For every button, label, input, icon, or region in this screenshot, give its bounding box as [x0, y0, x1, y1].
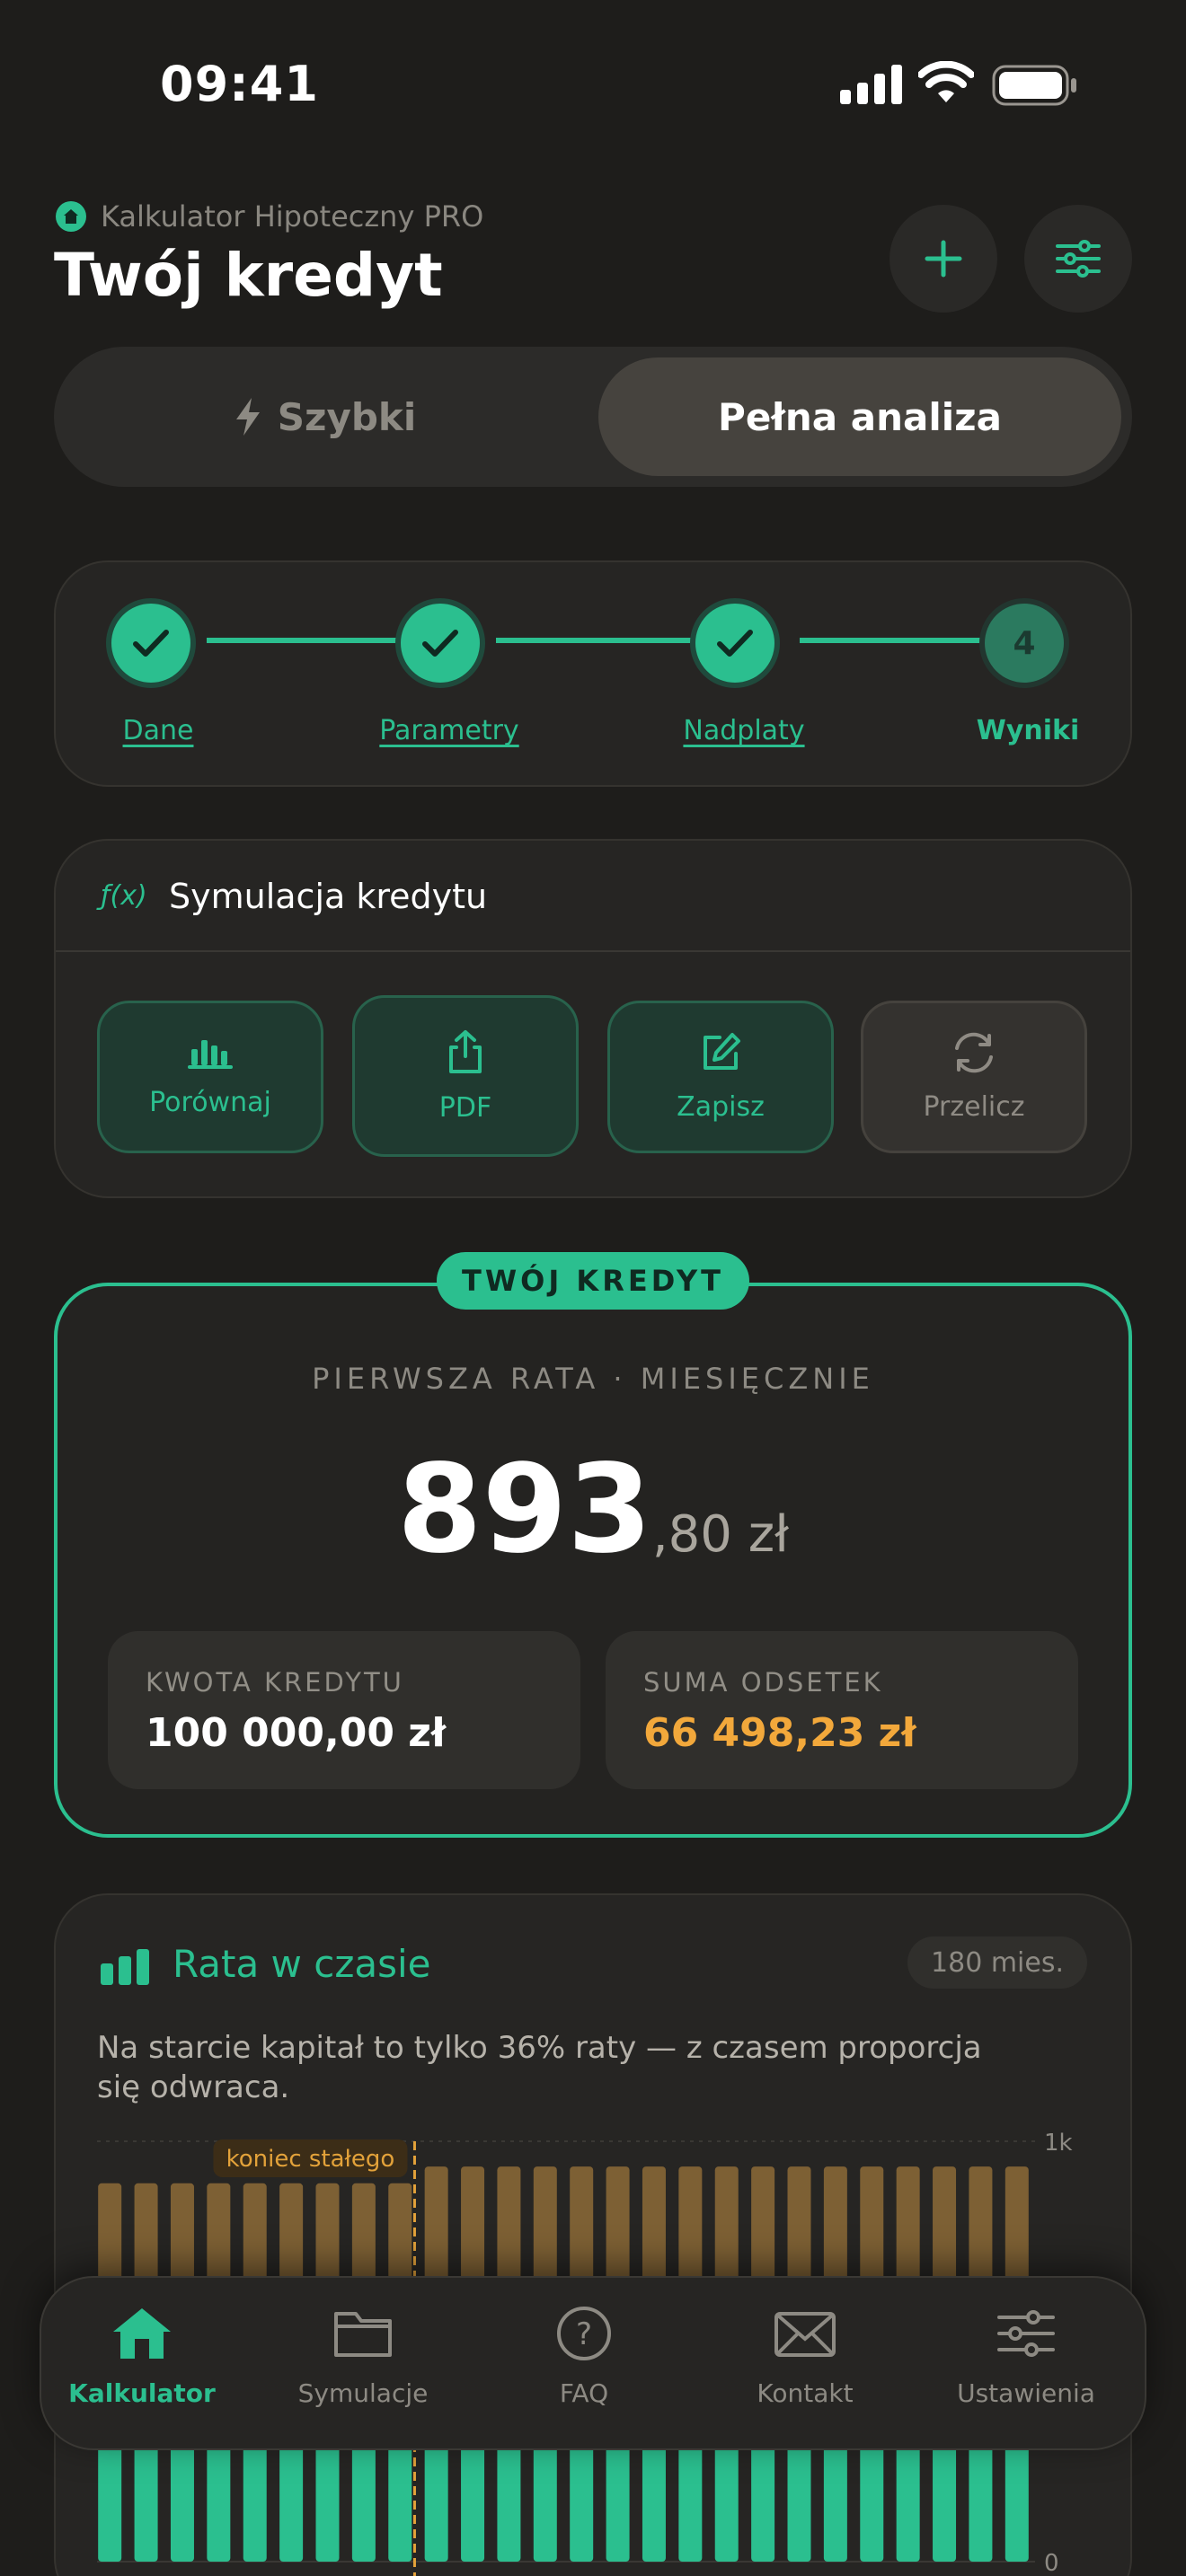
help-icon: ?	[557, 2307, 611, 2360]
page-title: Twój kredyt	[54, 241, 443, 310]
save-button[interactable]: Zapisz	[607, 1001, 834, 1153]
y-axis-top-label: 1k	[1044, 2130, 1073, 2157]
refresh-icon	[955, 1032, 993, 1072]
lightning-icon	[235, 398, 260, 436]
mode-quick[interactable]: Szybki	[65, 357, 586, 476]
tab-symulacje-label: Symulacje	[297, 2378, 429, 2408]
tab-ustawienia[interactable]: Ustawienia	[927, 2305, 1125, 2408]
check-icon	[717, 630, 753, 657]
tab-ustawienia-label: Ustawienia	[957, 2378, 1095, 2408]
step-label-nadplaty[interactable]: Nadplaty	[683, 715, 804, 746]
simulation-title: Symulacja kredytu	[169, 877, 488, 916]
interest-sum-value: 66 498,23 zł	[643, 1710, 916, 1756]
loan-amount-value: 100 000,00 zł	[146, 1710, 447, 1756]
signal-icon	[840, 65, 902, 104]
save-label: Zapisz	[677, 1090, 765, 1123]
mode-quick-label: Szybki	[277, 394, 417, 439]
mode-full[interactable]: Pełna analiza	[598, 357, 1121, 476]
folder-icon	[334, 2312, 392, 2357]
tab-kalkulator-label: Kalkulator	[68, 2378, 216, 2408]
mode-full-label: Pełna analiza	[718, 394, 1002, 439]
status-time: 09:41	[160, 56, 319, 112]
compare-button[interactable]: Porównaj	[97, 1001, 323, 1153]
first-rate-value: 893,80 zł	[58, 1439, 1128, 1581]
battery-icon	[992, 65, 1076, 106]
sliders-icon	[1056, 240, 1101, 278]
check-icon	[133, 630, 169, 657]
rate-chart: koniec stałego 1k 0	[97, 2130, 1073, 2576]
check-icon	[422, 630, 458, 657]
step-4-circle[interactable]: 4	[979, 598, 1069, 688]
tab-kontakt-label: Kontakt	[757, 2378, 854, 2408]
y-axis-bottom-label: 0	[1044, 2550, 1059, 2576]
recalculate-label: Przelicz	[923, 1090, 1025, 1123]
status-bar: 09:41	[0, 0, 1186, 171]
tab-kalkulator[interactable]: Kalkulator	[43, 2305, 241, 2408]
add-button[interactable]	[890, 205, 997, 313]
bar-chart-icon	[188, 1039, 233, 1069]
fixed-rate-end-label: koniec stałego	[226, 2146, 395, 2173]
share-icon	[449, 1029, 482, 1073]
settings-button[interactable]	[1024, 205, 1132, 313]
mail-icon	[774, 2312, 836, 2357]
step-3-circle[interactable]	[690, 598, 780, 688]
rate-chart-card: Rata w czasie 180 mies. Na starcie kapit…	[54, 1893, 1132, 2576]
step-1-circle[interactable]	[106, 598, 196, 688]
tab-bar: Kalkulator Symulacje ? FAQ Kontakt Ustaw…	[40, 2276, 1146, 2450]
step-2-circle[interactable]	[395, 598, 485, 688]
app-label: Kalkulator Hipoteczny PRO	[56, 199, 483, 234]
function-icon: ƒ(x)	[101, 880, 147, 912]
loan-amount-label: KWOTA KREDYTU	[146, 1667, 404, 1698]
simulation-header: ƒ(x) Symulacja kredytu	[56, 841, 1130, 952]
step-label-parametry[interactable]: Parametry	[379, 715, 518, 746]
rate-integer: 893	[396, 1439, 652, 1581]
tab-symulacje[interactable]: Symulacje	[264, 2305, 462, 2408]
loan-amount-box: KWOTA KREDYTU 100 000,00 zł	[108, 1631, 580, 1789]
wifi-icon	[918, 61, 974, 102]
interest-sum-box: SUMA ODSETEK 66 498,23 zł	[606, 1631, 1078, 1789]
pdf-label: PDF	[438, 1091, 492, 1124]
interest-sum-label: SUMA ODSETEK	[643, 1667, 883, 1698]
step-label-dane[interactable]: Dane	[123, 715, 194, 746]
credit-badge: TWÓJ KREDYT	[437, 1252, 749, 1310]
tab-faq-label: FAQ	[559, 2378, 609, 2408]
recalculate-button[interactable]: Przelicz	[861, 1001, 1087, 1153]
app-name: Kalkulator Hipoteczny PRO	[101, 199, 484, 234]
home-icon	[56, 201, 86, 232]
pdf-button[interactable]: PDF	[352, 995, 579, 1157]
home-icon	[113, 2308, 171, 2359]
edit-icon	[704, 1032, 740, 1070]
step-4-number: 4	[1013, 624, 1036, 662]
simulation-card: ƒ(x) Symulacja kredytu Porównaj PDF Zapi…	[54, 839, 1132, 1198]
tab-kontakt[interactable]: Kontakt	[706, 2305, 904, 2408]
progress-stepper: 4 Dane Parametry Nadplaty Wyniki	[54, 560, 1132, 787]
tab-faq[interactable]: ? FAQ	[485, 2305, 683, 2408]
plus-icon	[925, 240, 962, 278]
compare-label: Porównaj	[149, 1086, 271, 1118]
rate-decimal: ,80 zł	[651, 1505, 790, 1564]
svg-text:?: ?	[576, 2316, 592, 2352]
credit-summary-card: PIERWSZA RATA · MIESIĘCZNIE 893,80 zł KW…	[54, 1283, 1132, 1838]
step-label-wyniki[interactable]: Wyniki	[977, 715, 1080, 746]
sliders-icon	[997, 2310, 1055, 2357]
first-rate-subtitle: PIERWSZA RATA · MIESIĘCZNIE	[312, 1362, 874, 1396]
mode-switch: Szybki Pełna analiza	[54, 347, 1132, 487]
